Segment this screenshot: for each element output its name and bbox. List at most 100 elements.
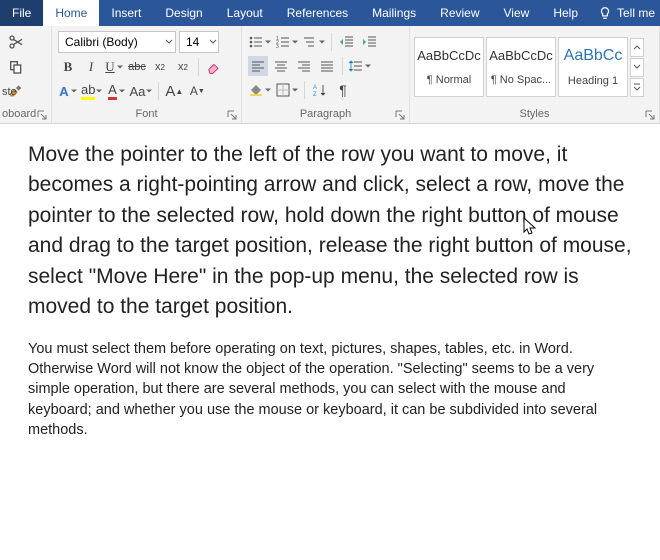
lightbulb-icon xyxy=(598,6,612,20)
style-preview: AaBbCcDc xyxy=(417,48,481,63)
separator xyxy=(158,82,159,100)
align-right-button[interactable] xyxy=(294,56,314,76)
dialog-launcher-icon xyxy=(227,110,237,120)
document-body[interactable]: Move the pointer to the left of the row … xyxy=(0,124,660,440)
strikethrough-button[interactable]: abc xyxy=(127,57,147,77)
group-clipboard: ste oboard xyxy=(0,26,52,123)
show-marks-button[interactable]: ¶ xyxy=(333,80,353,100)
align-center-icon xyxy=(273,58,289,74)
font-color-button[interactable]: A xyxy=(106,81,126,101)
separator xyxy=(342,57,343,75)
tab-references[interactable]: References xyxy=(275,0,360,26)
dialog-launcher-icon xyxy=(395,110,405,120)
tell-me-label: Tell me xyxy=(617,0,655,26)
paragraph-launcher[interactable] xyxy=(395,110,405,120)
multilevel-list-button[interactable] xyxy=(302,32,326,52)
shrink-font-button[interactable]: A▼ xyxy=(187,81,207,101)
sort-button[interactable]: AZ xyxy=(310,80,330,100)
style-preview: AaBbCc xyxy=(564,47,623,65)
group-paragraph: 123 AZ ¶ Paragra xyxy=(242,26,410,123)
font-name-combo[interactable] xyxy=(58,31,176,53)
italic-button[interactable]: I xyxy=(81,57,101,77)
styles-group-label: Styles xyxy=(520,108,550,120)
tab-view[interactable]: View xyxy=(492,0,542,26)
align-right-icon xyxy=(296,58,312,74)
text-effects-button[interactable]: A xyxy=(58,81,78,101)
copy-button[interactable] xyxy=(6,57,26,77)
tab-home[interactable]: Home xyxy=(43,0,99,26)
align-center-button[interactable] xyxy=(271,56,291,76)
font-name-input[interactable] xyxy=(59,32,163,52)
highlight-button[interactable]: ab xyxy=(81,81,103,101)
multilevel-list-icon xyxy=(302,34,318,50)
bullets-button[interactable] xyxy=(248,32,272,52)
styles-launcher[interactable] xyxy=(645,110,655,120)
paragraph-group-label: Paragraph xyxy=(300,108,351,120)
line-spacing-icon xyxy=(348,58,364,74)
style-gallery-scroll xyxy=(630,37,644,97)
shading-button[interactable] xyxy=(248,80,272,100)
style-preview: AaBbCcDc xyxy=(489,48,553,63)
styles-expand[interactable] xyxy=(630,78,644,97)
group-font: B I U abc x2 x2 A ab A Aa A▲ A▼ xyxy=(52,26,242,123)
svg-text:Z: Z xyxy=(313,92,317,98)
expand-gallery-icon xyxy=(633,83,641,91)
outdent-icon xyxy=(339,34,355,50)
font-size-combo[interactable] xyxy=(179,31,219,53)
font-size-dropdown[interactable] xyxy=(209,32,218,52)
tab-insert[interactable]: Insert xyxy=(99,0,153,26)
grow-font-button[interactable]: A▲ xyxy=(164,81,184,101)
font-launcher[interactable] xyxy=(227,110,237,120)
ribbon-tabs: File Home Insert Design Layout Reference… xyxy=(0,0,660,26)
separator xyxy=(331,33,332,51)
paragraph-1[interactable]: Move the pointer to the left of the row … xyxy=(28,140,632,323)
cut-button[interactable] xyxy=(6,32,26,52)
superscript-button[interactable]: x2 xyxy=(173,57,193,77)
font-size-input[interactable] xyxy=(180,32,209,52)
styles-scroll-up[interactable] xyxy=(630,38,644,57)
justify-button[interactable] xyxy=(317,56,337,76)
borders-button[interactable] xyxy=(275,80,299,100)
paint-bucket-icon xyxy=(248,82,264,98)
tell-me-search[interactable]: Tell me xyxy=(590,0,660,26)
numbering-button[interactable]: 123 xyxy=(275,32,299,52)
separator xyxy=(198,58,199,76)
dialog-launcher-icon xyxy=(645,110,655,120)
paragraph-2[interactable]: You must select them before operating on… xyxy=(28,339,632,440)
indent-icon xyxy=(362,34,378,50)
style-heading-1[interactable]: AaBbCc Heading 1 xyxy=(558,37,628,97)
tab-file[interactable]: File xyxy=(0,0,43,26)
bullet-list-icon xyxy=(248,34,264,50)
font-name-dropdown[interactable] xyxy=(163,32,175,52)
borders-icon xyxy=(275,82,291,98)
style-no-spacing[interactable]: AaBbCcDc ¶ No Spac... xyxy=(486,37,556,97)
paste-label-fragment: ste xyxy=(2,86,17,98)
align-left-button[interactable] xyxy=(248,56,268,76)
style-normal[interactable]: AaBbCcDc ¶ Normal xyxy=(414,37,484,97)
tab-design[interactable]: Design xyxy=(153,0,214,26)
decrease-indent-button[interactable] xyxy=(337,32,357,52)
copy-icon xyxy=(8,59,24,75)
style-name: Heading 1 xyxy=(568,75,618,87)
separator xyxy=(304,81,305,99)
clear-formatting-button[interactable] xyxy=(204,57,224,77)
tab-help[interactable]: Help xyxy=(541,0,590,26)
subscript-button[interactable]: x2 xyxy=(150,57,170,77)
increase-indent-button[interactable] xyxy=(360,32,380,52)
underline-button[interactable]: U xyxy=(104,57,124,77)
chevron-up-icon xyxy=(633,44,641,50)
bold-button[interactable]: B xyxy=(58,57,78,77)
svg-text:3: 3 xyxy=(276,44,279,50)
chevron-down-icon xyxy=(209,38,217,46)
ribbon: ste oboard B I U a xyxy=(0,26,660,124)
clipboard-group-label: oboard xyxy=(2,108,36,120)
tab-layout[interactable]: Layout xyxy=(215,0,275,26)
tab-mailings[interactable]: Mailings xyxy=(360,0,428,26)
clipboard-launcher[interactable] xyxy=(37,110,47,120)
number-list-icon: 123 xyxy=(275,34,291,50)
line-spacing-button[interactable] xyxy=(348,56,372,76)
tab-review[interactable]: Review xyxy=(428,0,491,26)
group-styles: AaBbCcDc ¶ Normal AaBbCcDc ¶ No Spac... … xyxy=(410,26,660,123)
styles-scroll-down[interactable] xyxy=(630,58,644,77)
change-case-button[interactable]: Aa xyxy=(129,81,153,101)
